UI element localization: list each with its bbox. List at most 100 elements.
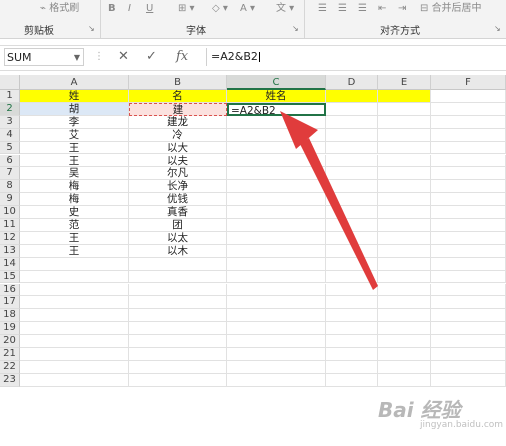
format-painter-button[interactable]: ⌁ 格式刷 — [40, 0, 79, 18]
cell-b6[interactable]: 以夫 — [129, 154, 227, 168]
cell-a15[interactable] — [20, 270, 129, 284]
cell-c17[interactable] — [227, 296, 326, 310]
cell-f12[interactable] — [431, 231, 506, 245]
merge-center-button[interactable]: ⊟ 合并后居中 — [420, 0, 482, 18]
cell-f1[interactable] — [431, 90, 506, 103]
cell-e21[interactable] — [378, 348, 431, 361]
cell-b7[interactable]: 尔凡 — [129, 167, 227, 181]
row-header[interactable]: 1 — [0, 90, 20, 103]
cell-c14[interactable] — [227, 257, 326, 271]
cell-b17[interactable] — [129, 296, 227, 310]
cell-a21[interactable] — [20, 348, 129, 361]
cell-f2[interactable] — [431, 102, 506, 116]
select-all-corner[interactable] — [0, 75, 20, 90]
cell-b16[interactable] — [129, 283, 227, 297]
cell-a11[interactable]: 范 — [20, 219, 129, 232]
row-header[interactable]: 15 — [0, 270, 20, 284]
cell-a4[interactable]: 艾 — [20, 128, 129, 142]
cell-e16[interactable] — [378, 283, 431, 297]
cell-e20[interactable] — [378, 335, 431, 348]
cell-f14[interactable] — [431, 257, 506, 271]
row-header[interactable]: 13 — [0, 244, 20, 258]
font-color-icon[interactable]: A ▾ — [240, 0, 255, 18]
dialog-launcher-icon[interactable]: ↘ — [88, 24, 95, 33]
cell-d22[interactable] — [326, 360, 378, 374]
cell-f15[interactable] — [431, 270, 506, 284]
cell-a18[interactable] — [20, 309, 129, 323]
cell-c11[interactable] — [227, 219, 326, 232]
cell-b19[interactable] — [129, 322, 227, 336]
cell-a2[interactable]: 胡 — [20, 102, 129, 116]
cell-d20[interactable] — [326, 335, 378, 348]
cell-a23[interactable] — [20, 373, 129, 387]
cell-e18[interactable] — [378, 309, 431, 323]
cell-a9[interactable]: 梅 — [20, 193, 129, 207]
cancel-icon[interactable]: ✕ — [118, 48, 129, 66]
cell-e2[interactable] — [378, 102, 431, 116]
dialog-launcher-icon[interactable]: ↘ — [494, 24, 501, 33]
cell-e1[interactable] — [378, 90, 431, 103]
align-left-icon[interactable]: ☰ — [318, 0, 327, 18]
indent-icon[interactable]: ⇤ — [378, 0, 386, 18]
cell-e4[interactable] — [378, 128, 431, 142]
cell-b14[interactable] — [129, 257, 227, 271]
cell-c13[interactable] — [227, 244, 326, 258]
row-header[interactable]: 9 — [0, 193, 20, 207]
cell-f8[interactable] — [431, 180, 506, 194]
cell-e23[interactable] — [378, 373, 431, 387]
cell-c18[interactable] — [227, 309, 326, 323]
cell-d3[interactable] — [326, 115, 378, 129]
cell-c2[interactable]: =A2&B2 — [227, 102, 326, 117]
cell-f6[interactable] — [431, 154, 506, 168]
cell-d8[interactable] — [326, 180, 378, 194]
cell-f11[interactable] — [431, 219, 506, 232]
cell-a13[interactable]: 王 — [20, 244, 129, 258]
cell-d19[interactable] — [326, 322, 378, 336]
cell-a17[interactable] — [20, 296, 129, 310]
cell-a7[interactable]: 吴 — [20, 167, 129, 181]
cell-b11[interactable]: 团 — [129, 219, 227, 232]
cell-b10[interactable]: 真香 — [129, 206, 227, 219]
row-header[interactable]: 14 — [0, 257, 20, 271]
cell-e12[interactable] — [378, 231, 431, 245]
cell-a19[interactable] — [20, 322, 129, 336]
cell-c12[interactable] — [227, 231, 326, 245]
cell-a3[interactable]: 李 — [20, 115, 129, 129]
cell-a6[interactable]: 王 — [20, 154, 129, 168]
cell-c8[interactable] — [227, 180, 326, 194]
cell-f5[interactable] — [431, 141, 506, 155]
cell-e6[interactable] — [378, 154, 431, 168]
cell-f17[interactable] — [431, 296, 506, 310]
cell-f19[interactable] — [431, 322, 506, 336]
cell-a16[interactable] — [20, 283, 129, 297]
cell-b12[interactable]: 以太 — [129, 231, 227, 245]
row-header[interactable]: 19 — [0, 322, 20, 336]
cell-b3[interactable]: 建龙 — [129, 115, 227, 129]
outdent-icon[interactable]: ⇥ — [398, 0, 406, 18]
cell-a14[interactable] — [20, 257, 129, 271]
cell-a5[interactable]: 王 — [20, 141, 129, 155]
row-header[interactable]: 18 — [0, 309, 20, 323]
row-header[interactable]: 11 — [0, 219, 20, 232]
row-header[interactable]: 5 — [0, 141, 20, 155]
cell-d1[interactable] — [326, 90, 378, 103]
cell-f3[interactable] — [431, 115, 506, 129]
column-header-f[interactable]: F — [431, 75, 506, 90]
enter-icon[interactable]: ✓ — [146, 48, 157, 66]
cell-e10[interactable] — [378, 206, 431, 219]
column-header-c[interactable]: C — [227, 75, 326, 90]
cell-f9[interactable] — [431, 193, 506, 207]
cell-a12[interactable]: 王 — [20, 231, 129, 245]
row-header[interactable]: 16 — [0, 283, 20, 297]
align-center-icon[interactable]: ☰ — [338, 0, 347, 18]
cell-b22[interactable] — [129, 360, 227, 374]
underline-button[interactable]: U — [146, 0, 153, 18]
cell-d10[interactable] — [326, 206, 378, 219]
cell-e7[interactable] — [378, 167, 431, 181]
cell-f22[interactable] — [431, 360, 506, 374]
cell-a8[interactable]: 梅 — [20, 180, 129, 194]
row-header[interactable]: 4 — [0, 128, 20, 142]
cell-a20[interactable] — [20, 335, 129, 348]
cell-c1[interactable]: 姓名 — [227, 90, 326, 103]
cell-b9[interactable]: 优钱 — [129, 193, 227, 207]
